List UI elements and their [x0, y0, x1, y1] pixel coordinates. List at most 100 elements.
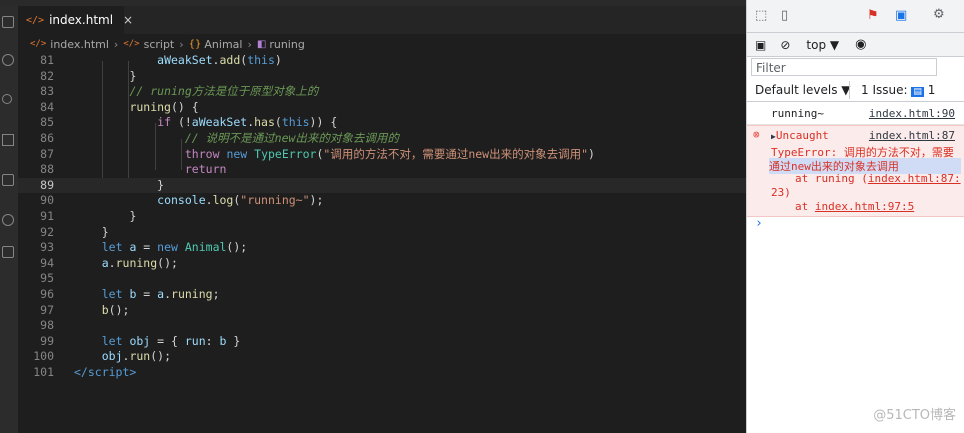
code-token: obj: [129, 333, 151, 348]
code-line[interactable]: 97 b();: [18, 303, 746, 319]
explorer-icon[interactable]: [2, 16, 14, 28]
method-icon: ◧: [256, 38, 267, 50]
code-text: a.runing();: [102, 256, 178, 272]
code-editor: </> index.html × </> index.html › </> scri…: [18, 6, 746, 433]
code-token: "调用的方法不对，需要通过new出来的对象去调用": [323, 146, 589, 161]
sidebar-toggle-icon[interactable]: ▣: [755, 38, 766, 52]
code-token: }: [129, 208, 137, 223]
code-area[interactable]: 81 aWeakSet.add(this) 82} 83// runing方法是位于原…: [18, 53, 746, 380]
watermark: @51CTO博客: [873, 408, 956, 423]
code-token: .: [164, 286, 172, 301]
breadcrumb-item-script[interactable]: </> script: [123, 38, 174, 51]
code-token: b: [101, 302, 109, 317]
filter-input[interactable]: Filter: [751, 58, 937, 76]
remote-icon[interactable]: [2, 214, 14, 226]
console-prompt[interactable]: ›: [747, 216, 964, 234]
source-control-icon[interactable]: [2, 94, 12, 104]
testing-icon[interactable]: [2, 246, 14, 258]
code-token: }: [226, 333, 241, 348]
code-line[interactable]: 81 aWeakSet.add(this): [18, 53, 746, 69]
code-token: = {: [150, 333, 185, 348]
line-number: 94: [40, 255, 54, 270]
prompt-chevron-icon: ›: [755, 216, 763, 231]
code-token: // 说明不是通过new出来的对象去调用的: [184, 130, 399, 145]
code-line[interactable]: 89}: [18, 177, 746, 194]
device-toggle-icon[interactable]: ▯: [781, 8, 788, 23]
line-number: 96: [40, 286, 54, 301]
close-icon[interactable]: ×: [123, 13, 133, 27]
code-line[interactable]: 86 // 说明不是通过new出来的对象去调用的: [18, 131, 746, 147]
issues-button[interactable]: 1 Issue: ▤ 1: [861, 83, 935, 97]
code-text: aWeakSet.add(this): [157, 53, 282, 69]
code-token: let: [101, 286, 123, 301]
code-line[interactable]: 94 a.runing();: [18, 256, 746, 272]
code-line[interactable]: 84 runing() {: [18, 100, 746, 116]
code-token: .: [205, 193, 213, 208]
code-token: let: [101, 333, 123, 348]
code-text: }: [102, 225, 109, 241]
code-line[interactable]: 92}: [18, 225, 746, 241]
code-text: b();: [102, 303, 130, 319]
source-link[interactable]: index.html:90: [869, 107, 955, 120]
code-token: this: [281, 115, 310, 130]
code-line[interactable]: 90 console.log("running~");: [18, 193, 746, 209]
issues-icon[interactable]: ▣: [895, 8, 907, 23]
code-token: console: [157, 193, 206, 208]
activity-bar: [0, 6, 18, 433]
code-line[interactable]: 88 return: [18, 162, 746, 178]
code-token: add: [219, 53, 241, 67]
eye-icon[interactable]: ◉: [855, 37, 866, 52]
code-line[interactable]: 91}: [18, 209, 746, 225]
warning-icon[interactable]: ⚑: [867, 8, 879, 23]
search-icon[interactable]: [2, 54, 14, 66]
code-token: script: [87, 364, 130, 379]
clear-console-icon[interactable]: ⊘: [780, 38, 790, 52]
line-number: 100: [33, 349, 54, 364]
inspect-element-icon[interactable]: ⬚: [755, 8, 767, 23]
code-line[interactable]: 87 throw new TypeError("调用的方法不对，需要通过new出来…: [18, 147, 746, 163]
breadcrumb-item-method[interactable]: ◧ runing: [257, 38, 305, 51]
line-number: 99: [40, 333, 54, 348]
source-link[interactable]: index.html:87: [869, 129, 955, 142]
code-line[interactable]: 85 if (!aWeakSet.has(this)) {: [18, 115, 746, 131]
code-token: let: [101, 240, 123, 255]
code-text: let a = new Animal();: [102, 240, 247, 256]
code-line[interactable]: 96 let b = a.runing;: [18, 287, 746, 303]
code-token: run: [184, 333, 206, 348]
code-text: }: [129, 69, 136, 85]
code-line[interactable]: 100 obj.run();: [18, 349, 746, 365]
code-token: if: [157, 115, 172, 130]
tab-index-html[interactable]: </> index.html ×: [18, 6, 133, 34]
breadcrumb-item-class[interactable]: {} Animal: [189, 38, 243, 51]
code-text: let obj = { run: b }: [102, 334, 241, 350]
html-file-icon: </>: [26, 14, 45, 26]
code-line[interactable]: 93 let a = new Animal();: [18, 240, 746, 256]
code-line[interactable]: 98: [18, 318, 746, 334]
line-number: 84: [40, 99, 54, 114]
expand-error-toggle[interactable]: ▶Uncaught: [771, 129, 829, 142]
code-line[interactable]: 95: [18, 271, 746, 287]
breadcrumb: </> index.html › </> script › {} Animal › ◧…: [18, 34, 746, 54]
code-token: )) {: [309, 115, 338, 130]
code-token: TypeError: [254, 146, 317, 161]
context-select[interactable]: top ▼: [806, 38, 839, 52]
error-icon: ⊗: [753, 128, 760, 141]
breadcrumb-item-file[interactable]: </> index.html: [18, 38, 109, 51]
code-line[interactable]: 99 let obj = { run: b }: [18, 334, 746, 350]
gear-icon[interactable]: ⚙: [933, 7, 945, 22]
chevron-right-icon: ›: [113, 37, 119, 51]
code-token: .: [108, 255, 116, 270]
extensions-icon[interactable]: [2, 174, 14, 186]
console-error-message: ⊗ ▶Uncaught index.html:87 TypeError: 调用的…: [747, 125, 964, 217]
default-levels-dropdown[interactable]: Default levels ▼: [755, 83, 851, 97]
class-icon: {}: [188, 38, 202, 50]
run-debug-icon[interactable]: [2, 134, 14, 146]
tab-bar: </> index.html ×: [18, 6, 746, 34]
code-token: runing: [171, 286, 213, 301]
code-line[interactable]: 82}: [18, 69, 746, 85]
console-log-message: running~ index.html:90: [747, 103, 964, 125]
code-line[interactable]: 101 </script>: [18, 365, 746, 381]
code-line[interactable]: 83 // runing方法是位于原型对象上的: [18, 84, 746, 100]
code-token: (: [274, 115, 282, 130]
devtools-panel: ⬚ ▯ ⚑ ▣ ⚙ ▣ ⊘ top ▼ ◉ Filter Default lev…: [746, 0, 964, 433]
